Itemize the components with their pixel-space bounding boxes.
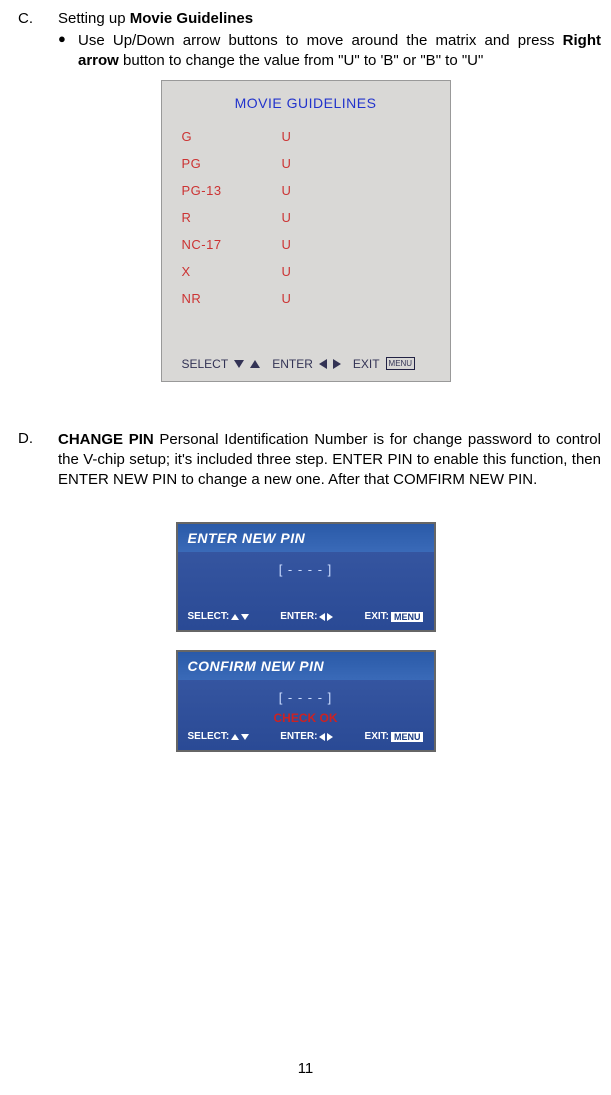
page-number: 11: [0, 1060, 611, 1077]
triangle-up-icon[interactable]: [231, 614, 239, 620]
rating-label: PG: [182, 156, 282, 171]
select-label: SELECT: [182, 357, 229, 371]
pin-value-field[interactable]: [ - - - - ]: [186, 562, 426, 577]
triangle-up-icon[interactable]: [250, 360, 260, 368]
triangle-down-icon[interactable]: [241, 614, 249, 620]
rating-value: U: [282, 291, 291, 306]
enter-label: ENTER:: [280, 731, 317, 742]
movie-row-pg13[interactable]: PG-13 U: [182, 183, 430, 198]
rating-label: NC-17: [182, 237, 282, 252]
triangle-left-icon[interactable]: [319, 733, 325, 741]
menu-button[interactable]: MENU: [386, 357, 416, 370]
menu-button[interactable]: MENU: [391, 732, 424, 742]
section-d-bold: CHANGE PIN: [58, 431, 154, 448]
bullet-tail: button to change the value from "U" to '…: [119, 52, 483, 69]
pin-panel-body: [ - - - - ] CHECK OK SELECT: ENTER: EXIT…: [178, 680, 434, 750]
pin-check-label: CHECK OK: [186, 711, 426, 725]
triangle-up-icon[interactable]: [231, 734, 239, 740]
exit-label: EXIT:: [365, 611, 389, 622]
section-c-lead: Setting up: [58, 10, 130, 27]
rating-value: U: [282, 237, 291, 252]
pin-panel-header: CONFIRM NEW PIN: [178, 652, 434, 680]
triangle-right-icon[interactable]: [327, 733, 333, 741]
triangle-left-icon[interactable]: [319, 613, 325, 621]
movie-row-r[interactable]: R U: [182, 210, 430, 225]
rating-label: G: [182, 129, 282, 144]
rating-value: U: [282, 183, 291, 198]
pin-panel-header: ENTER NEW PIN: [178, 524, 434, 552]
section-d-row: D. CHANGE PIN Personal Identification Nu…: [10, 430, 601, 491]
pin-exit-group: EXIT: MENU: [365, 611, 424, 622]
rating-label: X: [182, 264, 282, 279]
rating-value: U: [282, 156, 291, 171]
section-c-heading: Setting up Movie Guidelines: [58, 10, 601, 27]
bullet-part1: Use Up/Down arrow buttons to move around…: [78, 32, 563, 49]
section-d-label: D.: [10, 430, 58, 491]
pin-value-field[interactable]: [ - - - - ]: [186, 690, 426, 705]
menu-button[interactable]: MENU: [391, 612, 424, 622]
movie-row-g[interactable]: G U: [182, 129, 430, 144]
pin-enter-group: ENTER:: [280, 731, 333, 742]
pin-exit-group: EXIT: MENU: [365, 731, 424, 742]
enter-label: ENTER: [272, 357, 313, 371]
rating-label: PG-13: [182, 183, 282, 198]
movie-footer: SELECT ENTER EXIT MENU: [182, 357, 430, 371]
page-content: C. Setting up Movie Guidelines ● Use Up/…: [0, 10, 611, 752]
rating-label: R: [182, 210, 282, 225]
section-c-bullet-row: ● Use Up/Down arrow buttons to move arou…: [58, 31, 601, 72]
section-c-title: Movie Guidelines: [130, 10, 253, 27]
movie-row-x[interactable]: X U: [182, 264, 430, 279]
section-c-label: C.: [10, 10, 58, 27]
movie-row-nc17[interactable]: NC-17 U: [182, 237, 430, 252]
exit-label: EXIT:: [365, 731, 389, 742]
pin-footer: SELECT: ENTER: EXIT: MENU: [186, 731, 426, 742]
movie-row-nr[interactable]: NR U: [182, 291, 430, 306]
enter-new-pin-panel: ENTER NEW PIN [ - - - - ] SELECT: ENTER:…: [176, 522, 436, 632]
exit-label: EXIT: [353, 357, 380, 371]
pin-panel-body: [ - - - - ] SELECT: ENTER: EXIT: MENU: [178, 552, 434, 630]
rating-value: U: [282, 264, 291, 279]
rating-value: U: [282, 129, 291, 144]
rating-label: NR: [182, 291, 282, 306]
section-c-bullet-text: Use Up/Down arrow buttons to move around…: [78, 31, 601, 72]
select-label: SELECT:: [188, 611, 230, 622]
section-d-text: CHANGE PIN Personal Identification Numbe…: [58, 430, 601, 491]
triangle-left-icon[interactable]: [319, 359, 327, 369]
rating-value: U: [282, 210, 291, 225]
movie-guidelines-panel: MOVIE GUIDELINES G U PG U PG-13 U R U NC…: [161, 80, 451, 382]
select-label: SELECT:: [188, 731, 230, 742]
enter-label: ENTER:: [280, 611, 317, 622]
pin-footer: SELECT: ENTER: EXIT: MENU: [186, 611, 426, 622]
section-c-row: C. Setting up Movie Guidelines: [10, 10, 601, 27]
triangle-down-icon[interactable]: [241, 734, 249, 740]
triangle-right-icon[interactable]: [333, 359, 341, 369]
movie-row-pg[interactable]: PG U: [182, 156, 430, 171]
triangle-right-icon[interactable]: [327, 613, 333, 621]
pin-enter-group: ENTER:: [280, 611, 333, 622]
confirm-new-pin-panel: CONFIRM NEW PIN [ - - - - ] CHECK OK SEL…: [176, 650, 436, 752]
pin-select-group: SELECT:: [188, 611, 250, 622]
pin-select-group: SELECT:: [188, 731, 250, 742]
bullet-icon: ●: [58, 31, 78, 72]
triangle-down-icon[interactable]: [234, 360, 244, 368]
movie-panel-title: MOVIE GUIDELINES: [182, 95, 430, 111]
